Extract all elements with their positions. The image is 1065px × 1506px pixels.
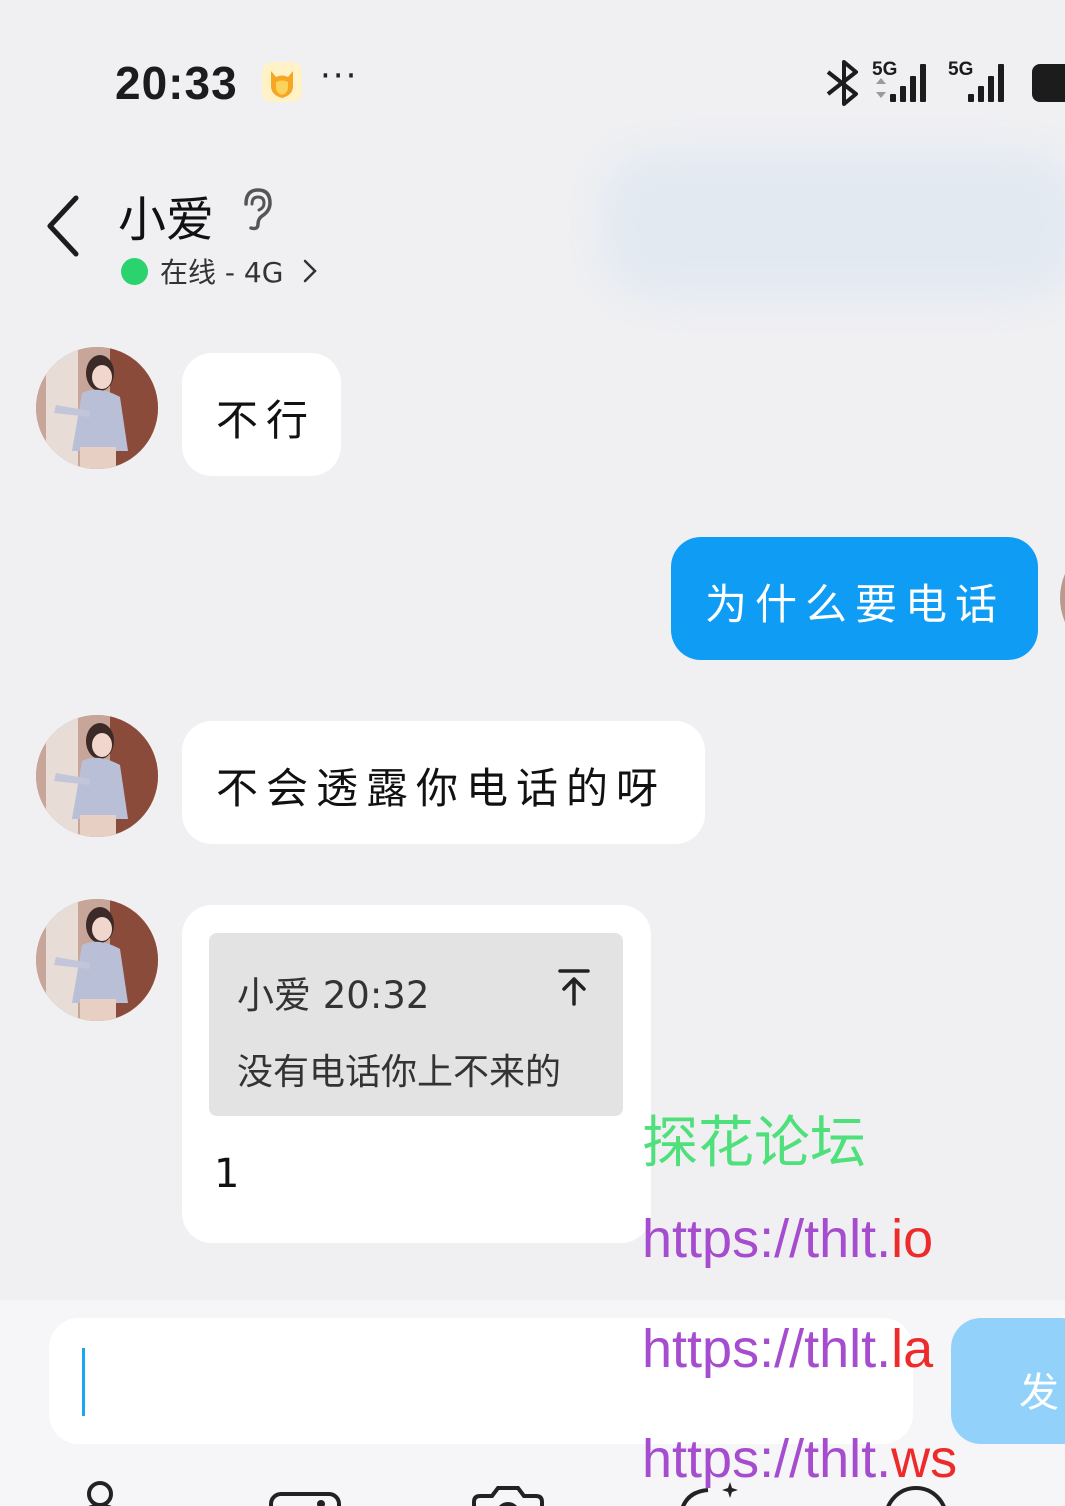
- message-text: 不行: [216, 396, 317, 445]
- arrow-up-icon[interactable]: [557, 967, 591, 1007]
- message-bubble-4[interactable]: 小爱 20:32 没有电话你上不来的 1: [182, 905, 651, 1243]
- quote-header: 小爱 20:32: [237, 974, 430, 1017]
- contact-name[interactable]: 小爱: [118, 180, 214, 250]
- text-cursor: [82, 1348, 85, 1416]
- back-icon[interactable]: [38, 190, 88, 260]
- online-status[interactable]: 在线 - 4G: [160, 251, 283, 291]
- message-bubble-3[interactable]: 不会透露你电话的呀: [182, 721, 705, 844]
- avatar[interactable]: [36, 347, 158, 469]
- network-1-label: 5G: [872, 59, 897, 80]
- message-bubble-1[interactable]: 不行: [182, 353, 341, 476]
- ear-icon[interactable]: [238, 186, 274, 232]
- avatar[interactable]: [36, 715, 158, 837]
- url-base: https://thlt.: [642, 1319, 892, 1379]
- status-overflow-icon: ···: [320, 56, 359, 96]
- quote-text: 没有电话你上不来的: [237, 1052, 562, 1093]
- watermark-url: https://thlt.la: [642, 1318, 933, 1380]
- blurred-header-area: [600, 150, 1065, 300]
- chevron-right-icon[interactable]: [302, 258, 318, 284]
- battery-icon: [1032, 64, 1065, 102]
- camera-icon[interactable]: [468, 1480, 548, 1506]
- chat-screen: 20:33 ··· 5G 5G 小爱 在线 - 4G 不行 为什么要电话 不会透…: [0, 0, 1065, 1506]
- status-time: 20:33: [115, 57, 238, 109]
- url-tld: ws: [891, 1429, 958, 1489]
- network-2-label: 5G: [948, 59, 973, 80]
- url-base: https://thlt.: [642, 1209, 892, 1269]
- url-tld: la: [891, 1319, 934, 1379]
- signal-2-icon: [968, 64, 1004, 102]
- watermark-title: 探花论坛: [642, 1111, 866, 1176]
- data-arrows-icon: [876, 78, 886, 98]
- voice-icon[interactable]: [60, 1480, 140, 1506]
- avatar[interactable]: [36, 899, 158, 1021]
- my-avatar[interactable]: [1060, 537, 1065, 659]
- status-icons: 5G 5G: [822, 58, 1065, 110]
- watermark-url: https://thlt.io: [642, 1208, 933, 1270]
- message-text: 不会透露你电话的呀: [216, 764, 667, 813]
- bluetooth-icon: [826, 60, 858, 106]
- app-shield-icon: [262, 62, 302, 102]
- quoted-message[interactable]: 小爱 20:32 没有电话你上不来的: [209, 933, 623, 1116]
- send-label: 发: [1019, 1370, 1059, 1416]
- send-button[interactable]: 发: [951, 1318, 1065, 1444]
- message-text: 1: [214, 1151, 240, 1197]
- watermark-url: https://thlt.ws: [642, 1428, 957, 1490]
- message-text: 为什么要电话: [705, 580, 1006, 629]
- online-indicator: [121, 258, 148, 285]
- url-tld: io: [891, 1209, 934, 1269]
- url-base: https://thlt.: [642, 1429, 892, 1489]
- message-bubble-2[interactable]: 为什么要电话: [671, 537, 1038, 660]
- image-icon[interactable]: [265, 1480, 345, 1506]
